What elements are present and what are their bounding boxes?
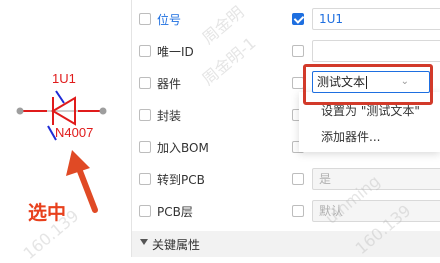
prop-checkbox-left[interactable] xyxy=(139,13,151,25)
prop-checkbox-left[interactable] xyxy=(139,45,151,57)
prop-checkbox-left[interactable] xyxy=(139,77,151,89)
prop-label: 封装 xyxy=(157,109,182,123)
prop-row-designator: 位号 1U1 xyxy=(132,3,440,35)
prop-checkbox-right[interactable] xyxy=(292,45,304,57)
collapse-triangle-icon xyxy=(140,239,148,245)
pin-end-left xyxy=(16,107,24,115)
prop-label: 唯一ID xyxy=(157,45,194,59)
prop-checkbox-left[interactable] xyxy=(139,141,151,153)
highlight-box xyxy=(303,64,433,105)
designator-label: 1U1 xyxy=(52,71,76,86)
section-title: 关键属性 xyxy=(152,238,201,252)
pin-marker-top xyxy=(55,90,65,104)
unique-id-input[interactable] xyxy=(312,40,440,62)
prop-checkbox-left[interactable] xyxy=(139,205,151,217)
prop-checkbox-left[interactable] xyxy=(139,173,151,185)
arrow-shaft xyxy=(75,163,98,213)
key-attributes-section[interactable]: 关键属性 xyxy=(132,231,440,257)
prop-label: PCB层 xyxy=(157,205,193,219)
prop-checkbox-left[interactable] xyxy=(139,109,151,121)
prop-checkbox-right[interactable] xyxy=(292,205,304,217)
designator-input[interactable]: 1U1 xyxy=(312,8,440,30)
prop-row-unique-id: 唯一ID xyxy=(132,35,440,67)
prop-checkbox-right[interactable] xyxy=(292,13,304,25)
prop-label: 器件 xyxy=(157,77,182,91)
prop-row-to-pcb: 转到PCB 是 xyxy=(132,163,440,195)
prop-label: 加入BOM xyxy=(157,141,209,155)
part-number-label: N4007 xyxy=(55,125,94,140)
prop-checkbox-right[interactable] xyxy=(292,173,304,185)
dropdown-item-add-device[interactable]: 添加器件... xyxy=(321,128,380,145)
pin-end-right xyxy=(99,107,107,115)
prop-label: 位号 xyxy=(157,13,182,27)
prop-label: 转到PCB xyxy=(157,173,205,187)
select-value: 是 xyxy=(319,172,332,186)
